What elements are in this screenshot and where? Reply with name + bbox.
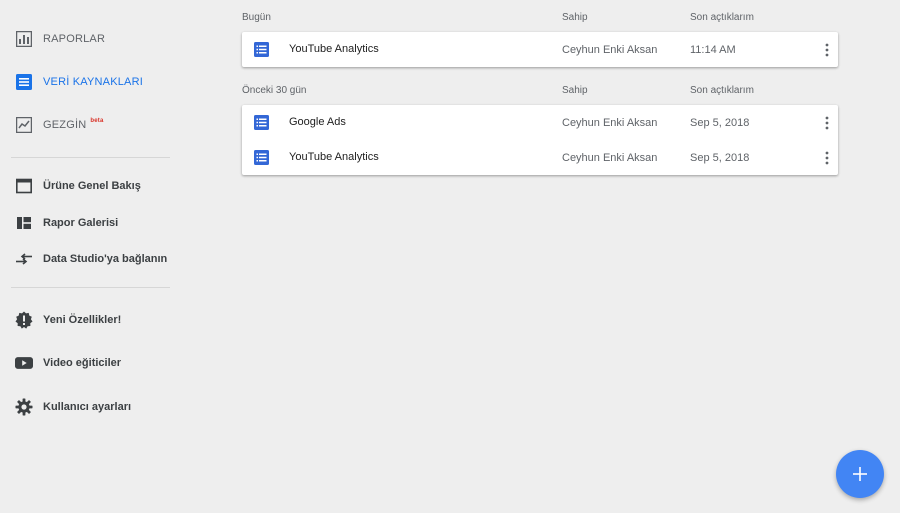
sidebar-divider xyxy=(11,287,170,288)
more-vert-icon[interactable] xyxy=(820,41,834,59)
gear-icon xyxy=(15,398,33,416)
data-source-last-opened: Sep 5, 2018 xyxy=(690,152,750,164)
nav-report-gallery[interactable]: Rapor Galerisi xyxy=(0,205,182,241)
sidebar-divider xyxy=(11,157,170,158)
add-data-source-button[interactable] xyxy=(836,450,884,498)
new-features-badge-icon xyxy=(15,311,33,329)
data-source-owner: Ceyhun Enki Aksan xyxy=(562,152,658,164)
list-item[interactable]: YouTube Analytics Ceyhun Enki Aksan Sep … xyxy=(242,140,838,175)
data-source-doc-icon xyxy=(254,42,269,57)
nav-reports[interactable]: RAPORLAR xyxy=(0,21,182,57)
data-source-last-opened: 11:14 AM xyxy=(690,44,736,56)
nav-data-sources-label: VERİ KAYNAKLARI xyxy=(43,76,143,88)
connect-arrows-icon xyxy=(15,250,33,268)
bar-chart-icon xyxy=(15,30,33,48)
data-source-name: YouTube Analytics xyxy=(289,151,379,163)
plus-icon xyxy=(853,467,867,481)
more-vert-icon[interactable] xyxy=(820,149,834,167)
sidebar: RAPORLAR VERİ KAYNAKLARI GEZGİN beta Ürün… xyxy=(0,0,182,513)
nav-video-tutorials[interactable]: Video eğiticiler xyxy=(0,345,182,381)
data-source-doc-icon xyxy=(254,150,269,165)
more-vert-icon[interactable] xyxy=(820,114,834,132)
window-icon xyxy=(15,177,33,195)
nav-explorer-text: GEZGİN xyxy=(43,119,87,131)
nav-reports-label: RAPORLAR xyxy=(43,33,106,45)
nav-report-gallery-label: Rapor Galerisi xyxy=(43,217,119,229)
data-source-owner: Ceyhun Enki Aksan xyxy=(562,117,658,129)
section-title: Bugün xyxy=(242,12,271,23)
column-header-last-opened[interactable]: Son açtıklarım xyxy=(690,12,754,23)
column-header-owner[interactable]: Sahip xyxy=(562,85,588,96)
nav-new-features-label: Yeni Özellikler! xyxy=(43,314,122,326)
section-title: Önceki 30 gün xyxy=(242,85,307,96)
data-source-doc-icon xyxy=(254,115,269,130)
column-header-owner[interactable]: Sahip xyxy=(562,12,588,23)
nav-video-tutorials-label: Video eğiticiler xyxy=(43,357,122,369)
nav-connect-label: Data Studio'ya bağlanın xyxy=(43,253,168,265)
nav-user-settings[interactable]: Kullanıcı ayarları xyxy=(0,389,182,425)
list-item[interactable]: YouTube Analytics Ceyhun Enki Aksan 11:1… xyxy=(242,32,838,67)
nav-explorer-label: GEZGİN beta xyxy=(43,118,104,131)
data-source-last-opened: Sep 5, 2018 xyxy=(690,117,750,129)
nav-user-settings-label: Kullanıcı ayarları xyxy=(43,401,132,413)
nav-explorer[interactable]: GEZGİN beta xyxy=(0,107,182,143)
data-source-list-today: YouTube Analytics Ceyhun Enki Aksan 11:1… xyxy=(242,32,838,67)
nav-new-features[interactable]: Yeni Özellikler! xyxy=(0,302,182,338)
list-item[interactable]: Google Ads Ceyhun Enki Aksan Sep 5, 2018 xyxy=(242,105,838,140)
section-header-today: Bugün Sahip Son açtıklarım xyxy=(242,12,838,28)
gallery-icon xyxy=(15,214,33,232)
data-source-icon xyxy=(15,73,33,91)
trending-line-icon xyxy=(15,116,33,134)
data-source-list-previous-30-days: Google Ads Ceyhun Enki Aksan Sep 5, 2018… xyxy=(242,105,838,175)
data-source-name: YouTube Analytics xyxy=(289,43,379,55)
nav-connect[interactable]: Data Studio'ya bağlanın xyxy=(0,241,182,277)
beta-badge: beta xyxy=(90,118,104,124)
section-header-previous-30-days: Önceki 30 gün Sahip Son açtıklarım xyxy=(242,85,838,101)
nav-data-sources[interactable]: VERİ KAYNAKLARI xyxy=(0,64,182,100)
nav-product-overview-label: Ürüne Genel Bakış xyxy=(43,180,141,192)
column-header-last-opened[interactable]: Son açtıklarım xyxy=(690,85,754,96)
nav-product-overview[interactable]: Ürüne Genel Bakış xyxy=(0,168,182,204)
data-source-owner: Ceyhun Enki Aksan xyxy=(562,44,658,56)
data-source-name: Google Ads xyxy=(289,116,346,128)
video-icon xyxy=(15,354,33,372)
